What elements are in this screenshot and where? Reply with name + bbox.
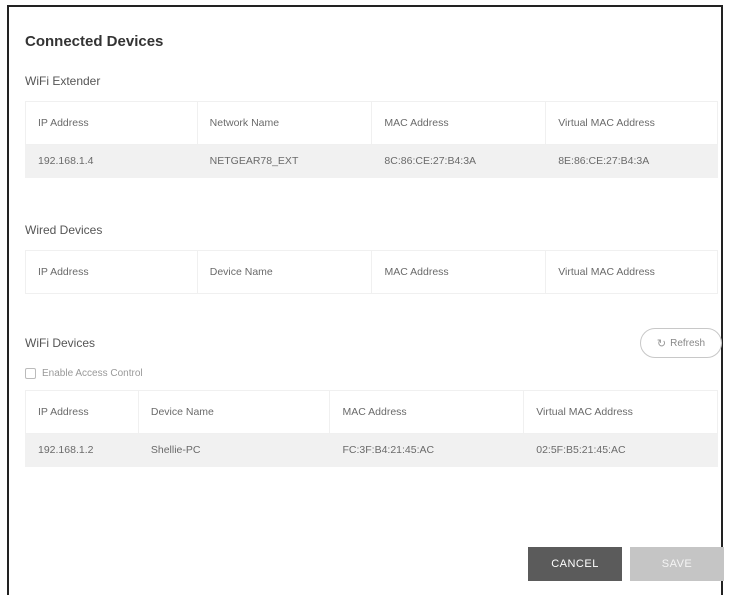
access-control-checkbox[interactable]: [25, 368, 36, 379]
wired-devices-heading: Wired Devices: [25, 223, 103, 237]
table-row: 192.168.1.4 NETGEAR78_EXT 8C:86:CE:27:B4…: [25, 144, 718, 178]
column-header: MAC Address: [371, 101, 547, 145]
column-header: Virtual MAC Address: [545, 250, 718, 294]
access-control-option[interactable]: Enable Access Control: [25, 368, 143, 379]
wifi-devices-heading: WiFi Devices: [25, 336, 96, 350]
network-name-cell: NETGEAR78_EXT: [196, 144, 373, 178]
table-header-row: IP Address Device Name MAC Address Virtu…: [25, 250, 718, 294]
mac-address-cell: FC:3F:B4:21:45:AC: [329, 433, 525, 467]
table-row: 192.168.1.2 Shellie-PC FC:3F:B4:21:45:AC…: [25, 433, 718, 467]
save-button[interactable]: SAVE: [630, 547, 724, 581]
column-header: MAC Address: [371, 250, 547, 294]
dialog-frame: Connected Devices WiFi Extender IP Addre…: [7, 5, 724, 595]
wifi-extender-table: IP Address Network Name MAC Address Virt…: [25, 101, 718, 178]
wifi-devices-table: IP Address Device Name MAC Address Virtu…: [25, 390, 718, 467]
column-header: Virtual MAC Address: [523, 390, 718, 434]
table-header-row: IP Address Network Name MAC Address Virt…: [25, 101, 718, 145]
table-header-row: IP Address Device Name MAC Address Virtu…: [25, 390, 718, 434]
refresh-button[interactable]: ↻ Refresh: [640, 328, 722, 358]
virtual-mac-address-cell: 8E:86:CE:27:B4:3A: [545, 144, 718, 178]
cancel-button[interactable]: CANCEL: [528, 547, 622, 581]
refresh-icon: ↻: [656, 337, 667, 350]
column-header: Device Name: [196, 250, 373, 294]
column-header: Network Name: [196, 101, 373, 145]
column-header: Virtual MAC Address: [545, 101, 718, 145]
device-name-cell: Shellie-PC: [137, 433, 331, 467]
column-header: IP Address: [25, 250, 198, 294]
access-control-label: Enable Access Control: [42, 368, 143, 379]
column-header: MAC Address: [329, 390, 525, 434]
column-header: IP Address: [25, 390, 139, 434]
column-header: Device Name: [137, 390, 331, 434]
ip-address-cell: 192.168.1.2: [25, 433, 139, 467]
page-title: Connected Devices: [25, 33, 164, 50]
mac-address-cell: 8C:86:CE:27:B4:3A: [371, 144, 547, 178]
wifi-extender-heading: WiFi Extender: [25, 74, 101, 88]
refresh-button-label: Refresh: [670, 337, 706, 349]
wired-devices-table: IP Address Device Name MAC Address Virtu…: [25, 250, 718, 294]
ip-address-cell: 192.168.1.4: [25, 144, 198, 178]
column-header: IP Address: [25, 101, 198, 145]
virtual-mac-address-cell: 02:5F:B5:21:45:AC: [523, 433, 718, 467]
